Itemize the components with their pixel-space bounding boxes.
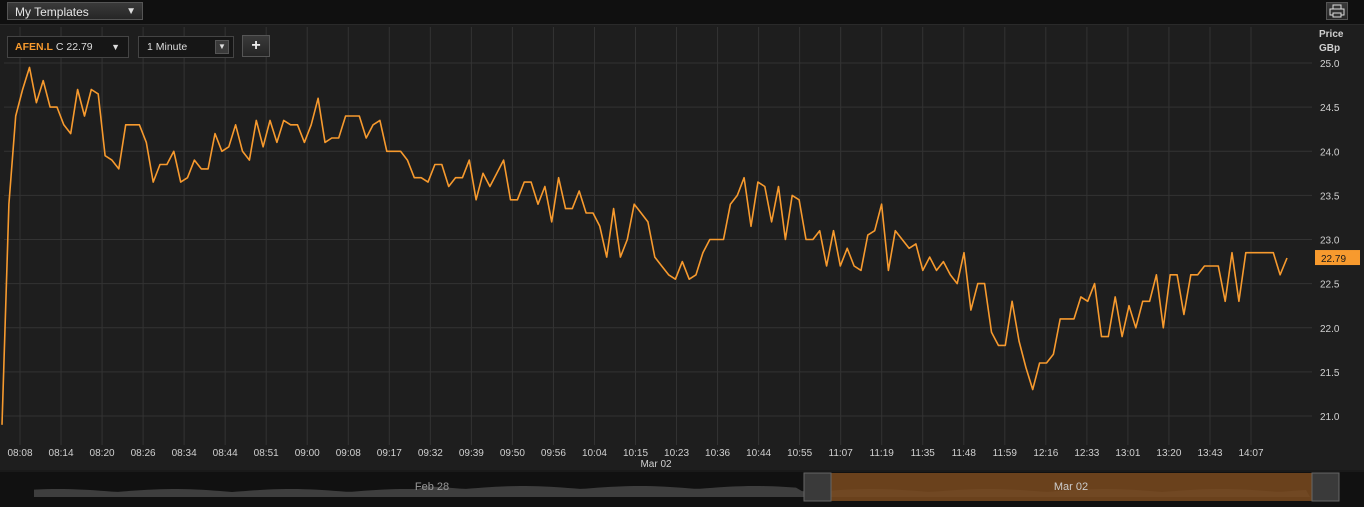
x-tick-label: 09:56 <box>541 448 566 459</box>
x-date-label: Mar 02 <box>640 459 672 470</box>
interval-label: 1 Minute <box>147 41 188 53</box>
navigator-label-left: Feb 28 <box>415 481 449 493</box>
x-tick-label: 08:34 <box>172 448 197 459</box>
x-tick-label: 12:16 <box>1033 448 1058 459</box>
x-tick-label: 08:44 <box>213 448 238 459</box>
x-tick-label: 11:48 <box>952 448 977 459</box>
x-tick-label: 10:04 <box>582 448 607 459</box>
x-tick-label: 08:51 <box>254 448 279 459</box>
y-tick-label: 23.0 <box>1320 236 1340 247</box>
close-value: 22.79 <box>66 41 93 53</box>
x-tick-label: 10:36 <box>705 448 730 459</box>
y-tick-label: 22.5 <box>1320 280 1340 291</box>
close-prefix: C <box>55 41 64 53</box>
chevron-down-icon: ▼ <box>111 42 120 52</box>
x-tick-label: 09:32 <box>418 448 443 459</box>
y-axis-unit: GBp <box>1319 43 1340 54</box>
x-tick-label: 10:44 <box>746 448 771 459</box>
y-tick-label: 24.0 <box>1320 147 1340 158</box>
x-tick-label: 09:39 <box>459 448 484 459</box>
x-tick-label: 11:19 <box>870 448 895 459</box>
x-tick-label: 09:17 <box>377 448 402 459</box>
y-tick-label: 24.5 <box>1320 103 1340 114</box>
navigator-handle-left[interactable] <box>803 472 832 502</box>
x-tick-label: 10:15 <box>623 448 648 459</box>
x-tick-label: 12:33 <box>1074 448 1099 459</box>
y-tick-label: 21.0 <box>1320 412 1340 423</box>
x-tick-label: 09:00 <box>295 448 320 459</box>
add-study-button[interactable]: + <box>242 35 270 57</box>
navigator-label-right: Mar 02 <box>1054 481 1088 493</box>
price-line <box>1 66 1288 425</box>
x-tick-label: 11:59 <box>993 448 1018 459</box>
x-tick-label: 13:43 <box>1197 448 1222 459</box>
plus-icon: + <box>251 37 261 54</box>
x-tick-label: 13:20 <box>1156 448 1181 459</box>
x-tick-label: 09:08 <box>336 448 361 459</box>
last-value-label: 22.79 <box>1321 254 1346 265</box>
x-tick-label: 08:14 <box>49 448 74 459</box>
x-tick-label: 08:26 <box>131 448 156 459</box>
x-tick-label: 08:20 <box>90 448 115 459</box>
price-chart: 08:08 08:14 08:20 08:26 08:34 08:44 08:51 09:00… <box>0 27 1364 507</box>
y-tick-label: 25.0 <box>1320 59 1340 70</box>
x-tick-label: 11:35 <box>911 448 936 459</box>
x-tick-label: 13:01 <box>1115 448 1140 459</box>
navigator-handle-right[interactable] <box>1311 472 1340 502</box>
x-tick-label: 08:08 <box>7 448 32 459</box>
interval-selector[interactable]: 1 Minute ▼ <box>138 36 234 58</box>
y-tick-label: 23.5 <box>1320 191 1340 202</box>
y-tick-label: 22.0 <box>1320 324 1340 335</box>
x-tick-label: 11:07 <box>829 448 854 459</box>
x-tick-label: 14:07 <box>1238 448 1263 459</box>
symbol-ric: AFEN.L <box>15 41 53 53</box>
chevron-down-icon: ▼ <box>215 40 229 54</box>
x-tick-label: 09:50 <box>500 448 525 459</box>
x-tick-label: 10:55 <box>787 448 812 459</box>
x-tick-label: 10:23 <box>664 448 689 459</box>
y-tick-label: 21.5 <box>1320 368 1340 379</box>
y-axis-label: Price <box>1319 29 1344 40</box>
symbol-selector[interactable]: AFEN.L C 22.79 ▼ <box>7 36 129 58</box>
